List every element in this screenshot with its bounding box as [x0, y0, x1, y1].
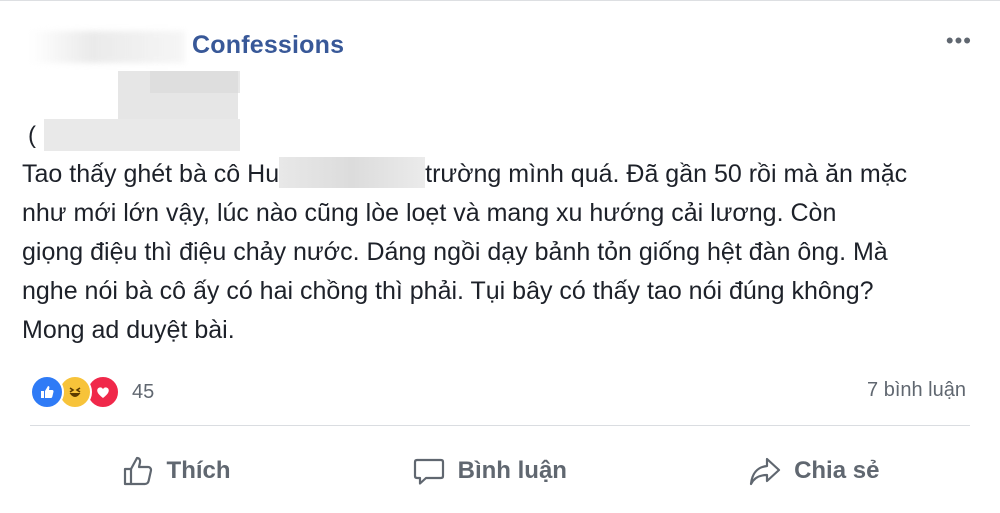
post-card: Confessions ••• ( Tao thấy ghét bà cô Hu… — [0, 0, 1000, 513]
reactions-summary[interactable]: 45 — [30, 375, 154, 409]
share-button-label: Chia sẻ — [794, 457, 880, 484]
share-arrow-icon — [749, 457, 781, 486]
like-button-label: Thích — [166, 457, 231, 484]
like-button[interactable]: Thích — [107, 448, 245, 494]
confession-number-open-paren: ( — [28, 122, 36, 149]
reaction-count: 45 — [132, 380, 155, 403]
comment-button-label: Bình luận — [457, 457, 567, 484]
blurred-privacy-icon — [150, 71, 240, 93]
comments-count-link[interactable]: 7 bình luận — [867, 379, 966, 402]
speech-bubble-icon — [413, 458, 444, 485]
like-icon — [30, 375, 64, 409]
thumbs-up-icon — [123, 456, 152, 486]
post-body-text: Tao thấy ghét bà cô Hu trường mình quá. Đ… — [22, 155, 982, 350]
divider — [30, 425, 970, 426]
redacted-name — [279, 157, 426, 188]
blurred-confession-number — [44, 119, 240, 151]
post-body-part-1: Tao thấy ghét bà cô Hu — [22, 160, 280, 188]
post-actions-bar: Thích Bình luận Chia sẻ — [30, 441, 970, 501]
share-button[interactable]: Chia sẻ — [734, 448, 893, 494]
comment-button[interactable]: Bình luận — [398, 448, 581, 494]
more-options-button[interactable]: ••• — [946, 30, 972, 52]
page-name-link[interactable]: Confessions — [192, 31, 344, 60]
blurred-page-avatar — [30, 31, 185, 63]
